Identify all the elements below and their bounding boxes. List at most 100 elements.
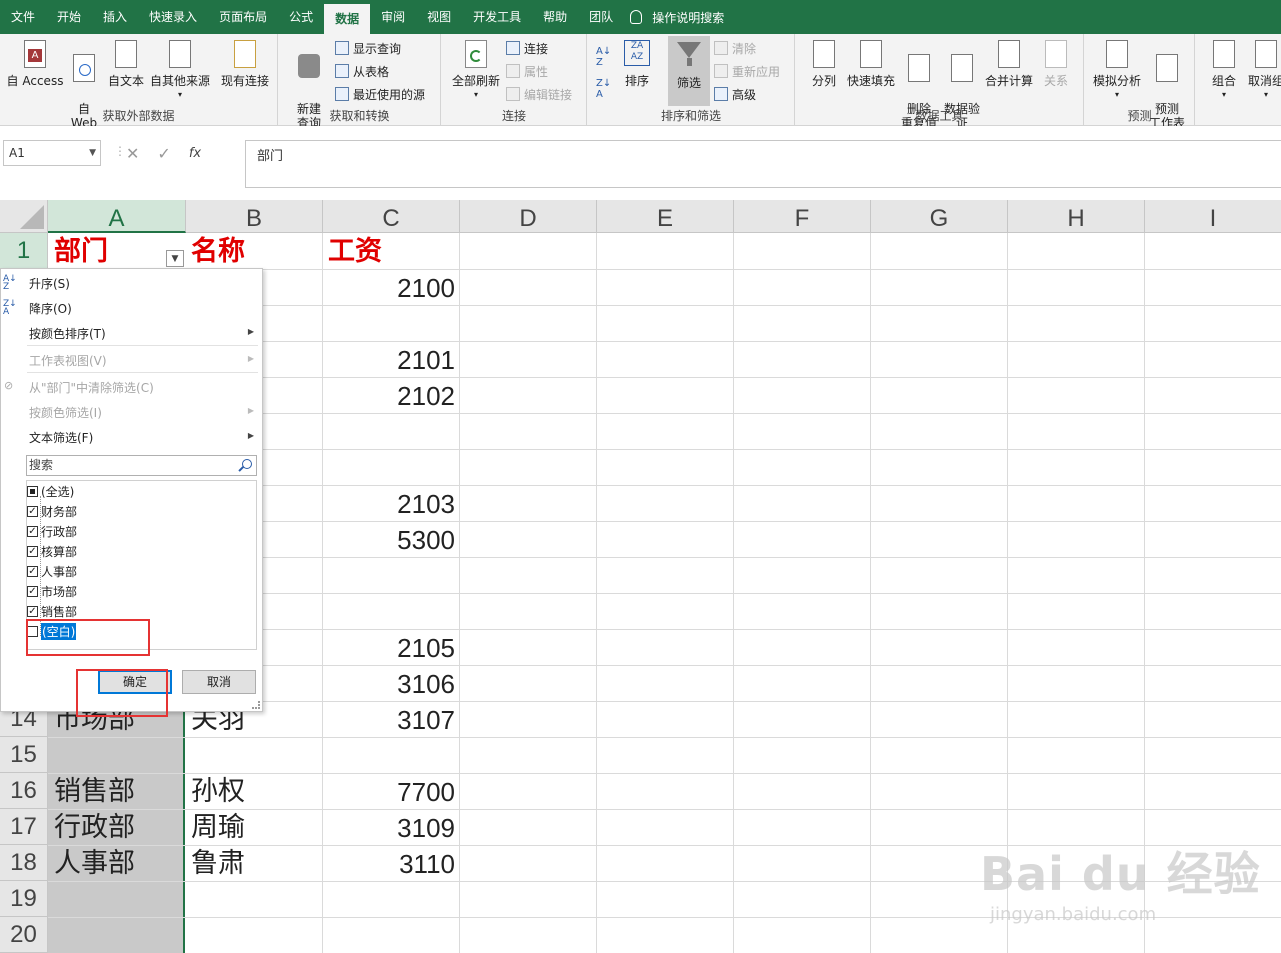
consolidate-button[interactable]: 合并计算 — [984, 40, 1034, 88]
tab-home[interactable]: 开始 — [46, 0, 92, 34]
menu-sort-descending[interactable]: 降序(O) — [29, 300, 72, 317]
column-header-e[interactable]: E — [597, 200, 734, 233]
sort-button[interactable]: ZA AZ 排序 — [620, 40, 654, 88]
insert-function-icon[interactable]: fx — [189, 146, 201, 161]
chevron-down-icon[interactable]: ▼ — [89, 141, 96, 165]
cell-c9[interactable]: 5300 — [323, 521, 455, 557]
what-if-analysis-button[interactable]: 模拟分析 ▾ — [1091, 40, 1143, 102]
cell-a18[interactable]: 人事部 — [54, 845, 182, 881]
tab-data[interactable]: 数据 — [324, 4, 371, 34]
row-header-20[interactable]: 20 — [0, 917, 48, 953]
menu-clear-filter[interactable]: 从"部门"中清除筛选(C) — [29, 379, 154, 396]
refresh-all-button[interactable]: 全部刷新 ▾ — [450, 40, 502, 102]
column-header-c[interactable]: C — [323, 200, 460, 233]
cell-c16[interactable]: 7700 — [323, 773, 455, 809]
cell-c14[interactable]: 3107 — [323, 701, 455, 737]
row-header-19[interactable]: 19 — [0, 881, 48, 917]
tab-developer[interactable]: 开发工具 — [462, 0, 532, 34]
formula-input[interactable]: 部门 — [245, 140, 1281, 188]
filter-item[interactable]: ✓ 财务部 — [27, 501, 77, 521]
filter-item-select-all[interactable]: (全选) — [27, 481, 74, 501]
column-header-i[interactable]: I — [1145, 200, 1281, 233]
filter-item[interactable]: ✓ 核算部 — [27, 541, 77, 561]
checkbox-checked-icon[interactable]: ✓ — [27, 525, 38, 537]
checkbox-checked-icon[interactable]: ✓ — [27, 605, 38, 617]
existing-connections-button[interactable]: 现有连接 — [216, 40, 274, 88]
cell-c5[interactable]: 2102 — [323, 377, 455, 413]
tab-help[interactable]: 帮助 — [532, 0, 578, 34]
column-header-h[interactable]: H — [1008, 200, 1145, 233]
from-access-button[interactable]: A 自 Access — [4, 40, 66, 88]
menu-text-filters[interactable]: 文本筛选(F) — [29, 429, 93, 446]
tab-team[interactable]: 团队 — [578, 0, 624, 34]
tab-quick-entry[interactable]: 快速录入 — [138, 0, 208, 34]
cell-b17[interactable]: 周瑜 — [191, 809, 319, 845]
properties-button[interactable]: 属性 — [506, 61, 548, 81]
cell-b18[interactable]: 鲁肃 — [191, 845, 319, 881]
sort-az-icon[interactable]: A↓ Z — [596, 46, 611, 68]
column-header-d[interactable]: D — [460, 200, 597, 233]
filter-item[interactable]: ✓ 市场部 — [27, 581, 77, 601]
column-header-a[interactable]: A — [48, 200, 186, 233]
reapply-button[interactable]: 重新应用 — [714, 61, 780, 81]
tab-view[interactable]: 视图 — [416, 0, 462, 34]
filter-item[interactable]: ✓ 人事部 — [27, 561, 77, 581]
advanced-filter-button[interactable]: 高级 — [714, 84, 756, 104]
cell-a1[interactable]: 部门 — [54, 233, 164, 269]
from-table-button[interactable]: 从表格 — [335, 61, 389, 81]
from-text-button[interactable]: 自文本 — [104, 40, 148, 88]
cell-c12[interactable]: 2105 — [323, 629, 455, 665]
menu-filter-by-color[interactable]: 按颜色筛选(I) — [29, 404, 102, 421]
filter-item[interactable]: ✓ 销售部 — [27, 601, 77, 621]
column-header-b[interactable]: B — [186, 200, 323, 233]
cell-c1[interactable]: 工资 — [328, 233, 456, 269]
row-header-1[interactable]: 1 — [0, 233, 48, 269]
cell-b16[interactable]: 孙权 — [191, 773, 319, 809]
from-other-sources-button[interactable]: 自其他来源 ▾ — [148, 40, 212, 102]
tab-formulas[interactable]: 公式 — [278, 0, 324, 34]
name-box[interactable]: A1 ▼ — [3, 140, 101, 166]
flash-fill-button[interactable]: 快速填充 — [846, 40, 896, 88]
filter-item[interactable]: ✓ 行政部 — [27, 521, 77, 541]
checkbox-checked-icon[interactable]: ✓ — [27, 505, 38, 517]
column-header-g[interactable]: G — [871, 200, 1008, 233]
group-rows-button[interactable]: 组合 ▾ — [1206, 40, 1242, 102]
tell-me-search[interactable]: 操作说明搜索 — [630, 9, 724, 26]
row-header-18[interactable]: 18 — [0, 845, 48, 881]
ungroup-button[interactable]: 取消组 ▾ — [1246, 40, 1281, 102]
checkbox-checked-icon[interactable]: ✓ — [27, 545, 38, 557]
show-queries-button[interactable]: 显示查询 — [335, 38, 401, 58]
clear-filter-button[interactable]: 清除 — [714, 38, 756, 58]
row-header-17[interactable]: 17 — [0, 809, 48, 845]
relationships-button[interactable]: 关系 — [1036, 40, 1076, 88]
menu-sort-by-color[interactable]: 按颜色排序(T) — [29, 325, 106, 342]
recent-sources-button[interactable]: 最近使用的源 — [335, 84, 425, 104]
tab-file[interactable]: 文件 — [0, 0, 46, 34]
cell-c8[interactable]: 2103 — [323, 485, 455, 521]
tab-page-layout[interactable]: 页面布局 — [208, 0, 278, 34]
text-to-columns-button[interactable]: 分列 — [806, 40, 842, 88]
cell-c18[interactable]: 3110 — [323, 845, 455, 881]
row-header-16[interactable]: 16 — [0, 773, 48, 809]
cell-c2[interactable]: 2100 — [323, 269, 455, 305]
enter-icon[interactable]: ✓ — [157, 144, 170, 163]
resize-grip-icon[interactable] — [252, 701, 260, 709]
tab-insert[interactable]: 插入 — [92, 0, 138, 34]
filter-button[interactable]: 筛选 — [668, 36, 710, 106]
cell-a16[interactable]: 销售部 — [54, 773, 182, 809]
filter-search-input[interactable]: 搜索 — [26, 455, 257, 476]
column-header-f[interactable]: F — [734, 200, 871, 233]
cell-a17[interactable]: 行政部 — [54, 809, 182, 845]
checkbox-partial-icon[interactable] — [27, 485, 38, 497]
menu-sheet-view[interactable]: 工作表视图(V) — [29, 352, 107, 369]
cell-b1[interactable]: 名称 — [191, 233, 319, 269]
tab-review[interactable]: 审阅 — [370, 0, 416, 34]
cancel-button[interactable]: 取消 — [182, 670, 256, 694]
row-header-15[interactable]: 15 — [0, 737, 48, 773]
checkbox-checked-icon[interactable]: ✓ — [27, 565, 38, 577]
sort-za-icon[interactable]: Z↓ A — [596, 78, 611, 100]
cell-c13[interactable]: 3106 — [323, 665, 455, 701]
select-all-corner[interactable] — [0, 200, 48, 233]
checkbox-checked-icon[interactable]: ✓ — [27, 585, 38, 597]
connections-button[interactable]: 连接 — [506, 38, 548, 58]
